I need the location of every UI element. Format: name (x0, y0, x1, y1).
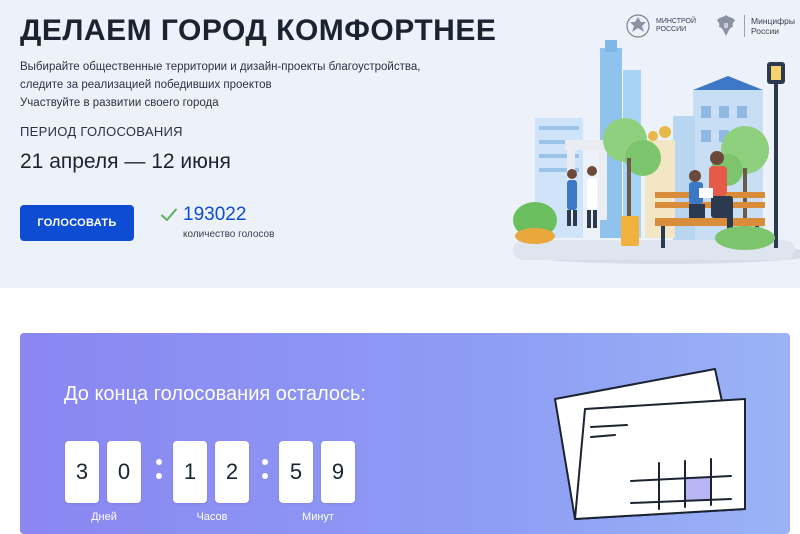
calendar-illustration (554, 368, 746, 520)
vote-count: 193022 (183, 204, 247, 225)
check-icon (161, 208, 177, 221)
countdown-title: До конца голосования осталось: (64, 383, 366, 405)
days-label: Дней (91, 511, 117, 523)
period-value: 21 апреля — 12 июня (20, 150, 231, 173)
logo-line: России (751, 26, 780, 36)
logo-divider (744, 15, 745, 37)
hero-section: ДЕЛАЕМ ГОРОД КОМФОРТНЕЕ Выбирайте общест… (0, 0, 800, 288)
page-title: ДЕЛАЕМ ГОРОД КОМФОРТНЕЕ (20, 14, 497, 47)
vote-count-label: количество голосов (183, 229, 275, 240)
mincifry-logo[interactable]: Минцифры России (714, 12, 795, 40)
description-line: следите за реализацией победивших проект… (20, 79, 272, 91)
hours-digit: 1 (173, 441, 207, 503)
emblem-icon (626, 14, 650, 38)
hours-label: Часов (196, 511, 228, 523)
hours-digit: 2 (215, 441, 249, 503)
days-digit: 0 (107, 441, 141, 503)
logo-line: Минцифры (751, 16, 795, 26)
minstroy-logo-text: МИНСТРОЙ РОССИИ (656, 18, 696, 34)
minutes-digit: 5 (279, 441, 313, 503)
description-line: Выбирайте общественные территории и диза… (20, 61, 421, 73)
mincifry-logo-text: Минцифры России (751, 16, 795, 36)
logo-line: МИНСТРОЙ (656, 18, 697, 25)
countdown-card: До конца голосования осталось: 3 0 1 2 5… (20, 333, 790, 534)
minutes-digit: 9 (321, 441, 355, 503)
vote-button[interactable]: ГОЛОСОВАТЬ (20, 205, 134, 241)
eagle-emblem-icon (717, 15, 735, 36)
colon-separator (262, 457, 268, 483)
description-line: Участвуйте в развитии своего города (20, 97, 219, 109)
days-digit: 3 (65, 441, 99, 503)
logo-line: РОССИИ (656, 26, 687, 33)
minutes-label: Минут (302, 511, 334, 523)
hero-description: Выбирайте общественные территории и диза… (20, 58, 440, 112)
minstroy-logo[interactable]: МИНСТРОЙ РОССИИ (626, 12, 696, 40)
period-label: ПЕРИОД ГОЛОСОВАНИЯ (20, 124, 183, 139)
city-park-illustration (513, 40, 800, 264)
colon-separator (156, 457, 162, 483)
